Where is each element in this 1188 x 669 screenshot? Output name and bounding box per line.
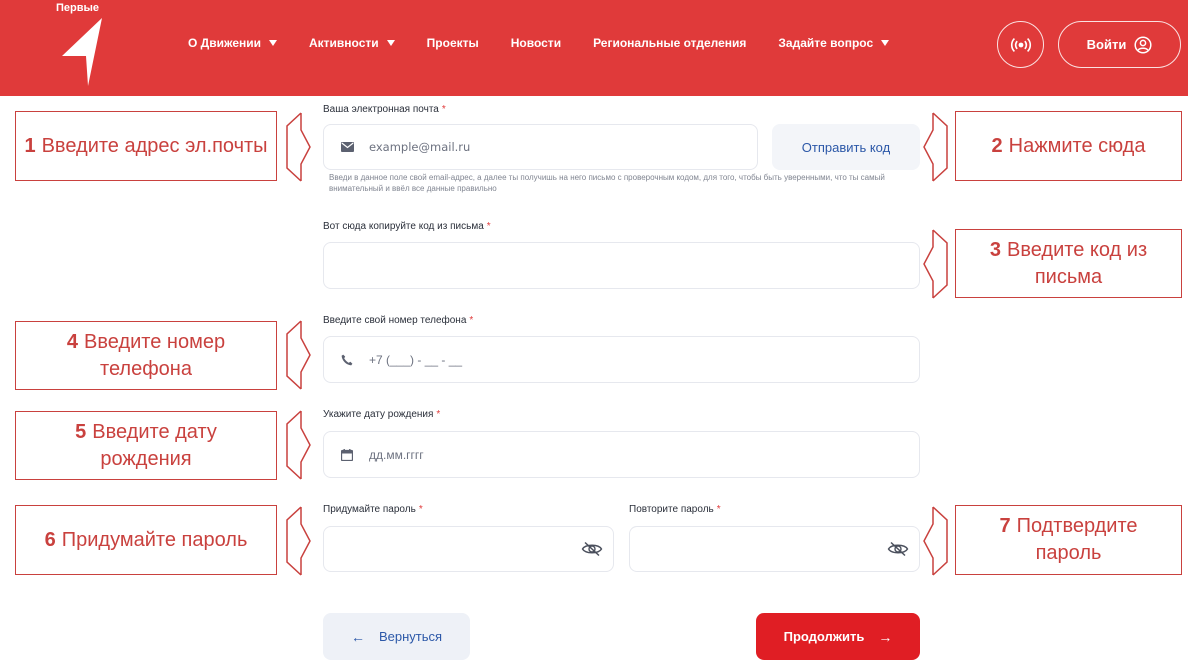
code-label: Вот сюда копируйте код из письма * (323, 221, 491, 232)
eye-off-icon[interactable] (581, 541, 603, 557)
nav-item-label: Задайте вопрос (778, 36, 874, 50)
logo[interactable]: Первые (56, 2, 116, 88)
email-label: Ваша электронная почта * (323, 104, 446, 115)
nav-item-ask-question[interactable]: Задайте вопрос (778, 36, 890, 50)
back-button-label: Вернуться (378, 629, 443, 644)
annotation-5: 5 Введите дату рождения (15, 411, 277, 480)
top-header: Первые О Движении Активности Проекты Нов… (0, 0, 1188, 96)
nav-item-regional[interactable]: Региональные отделения (593, 36, 746, 50)
login-button-label: Войти (1086, 37, 1127, 52)
annotation-arrow-right-icon (286, 320, 311, 390)
phone-placeholder: +7 (___) - __ - __ (369, 352, 463, 367)
login-button[interactable]: Войти (1058, 21, 1181, 68)
birthdate-label: Укажите дату рождения * (323, 409, 441, 420)
phone-icon (341, 354, 353, 366)
annotation-arrow-right-icon (286, 112, 311, 182)
arrow-left-icon: ← (350, 628, 365, 645)
nav-item-about[interactable]: О Движении (188, 36, 277, 50)
annotation-3: 3 Введите код из письма (955, 229, 1182, 298)
main-nav: О Движении Активности Проекты Новости Ре… (188, 36, 921, 50)
eye-off-icon[interactable] (887, 541, 909, 557)
chevron-down-icon (881, 40, 890, 46)
annotation-7: 7 Подтвердите пароль (955, 505, 1182, 575)
annotation-arrow-left-icon (923, 229, 948, 299)
password-repeat-label: Повторите пароль * (629, 504, 721, 515)
continue-button[interactable]: Продолжить → (756, 613, 920, 660)
annotation-arrow-left-icon (923, 112, 948, 182)
mail-icon (341, 142, 354, 152)
user-icon (1134, 35, 1152, 54)
arrow-right-icon: → (878, 628, 893, 645)
nav-item-activities[interactable]: Активности (309, 36, 395, 50)
birthdate-placeholder: дд.мм.гггг (369, 447, 424, 462)
nav-item-label: Активности (309, 36, 379, 50)
nav-item-label: О Движении (188, 36, 261, 50)
annotation-4: 4 Введите номер телефона (15, 321, 277, 390)
annotation-2: 2 Нажмите сюда (955, 111, 1182, 181)
phone-input[interactable]: +7 (___) - __ - __ (323, 336, 920, 383)
logo-arrow-icon (62, 18, 102, 86)
broadcast-icon (1010, 37, 1031, 52)
annotation-arrow-right-icon (286, 506, 311, 576)
calendar-icon (341, 448, 353, 461)
nav-item-label: Проекты (426, 36, 479, 50)
nav-item-label: Новости (510, 36, 562, 50)
email-hint: Введи в данное поле свой email-адрес, а … (329, 173, 885, 193)
birthdate-input[interactable]: дд.мм.гггг (323, 431, 920, 478)
logo-text: Первые (56, 2, 100, 14)
password-input[interactable] (323, 526, 614, 572)
continue-button-label: Продолжить (783, 629, 865, 644)
chevron-down-icon (386, 40, 395, 46)
back-button[interactable]: ← Вернуться (323, 613, 470, 660)
send-code-button[interactable]: Отправить код (772, 124, 920, 170)
annotation-1: 1 Введите адрес эл.почты (15, 111, 277, 181)
annotation-6: 6 Придумайте пароль (15, 505, 277, 575)
phone-label: Введите свой номер телефона * (323, 315, 474, 326)
annotation-arrow-left-icon (923, 506, 948, 576)
annotation-arrow-right-icon (286, 410, 311, 480)
broadcast-button[interactable] (997, 21, 1044, 68)
chevron-down-icon (269, 40, 277, 46)
email-field[interactable]: example@mail.ru (323, 124, 758, 170)
nav-item-projects[interactable]: Проекты (427, 36, 479, 50)
email-placeholder: example@mail.ru (369, 140, 471, 154)
password-repeat-input[interactable] (629, 526, 920, 572)
code-input[interactable] (323, 242, 920, 289)
nav-item-label: Региональные отделения (593, 36, 747, 50)
password-label: Придумайте пароль * (323, 504, 423, 515)
nav-item-news[interactable]: Новости (511, 36, 561, 50)
